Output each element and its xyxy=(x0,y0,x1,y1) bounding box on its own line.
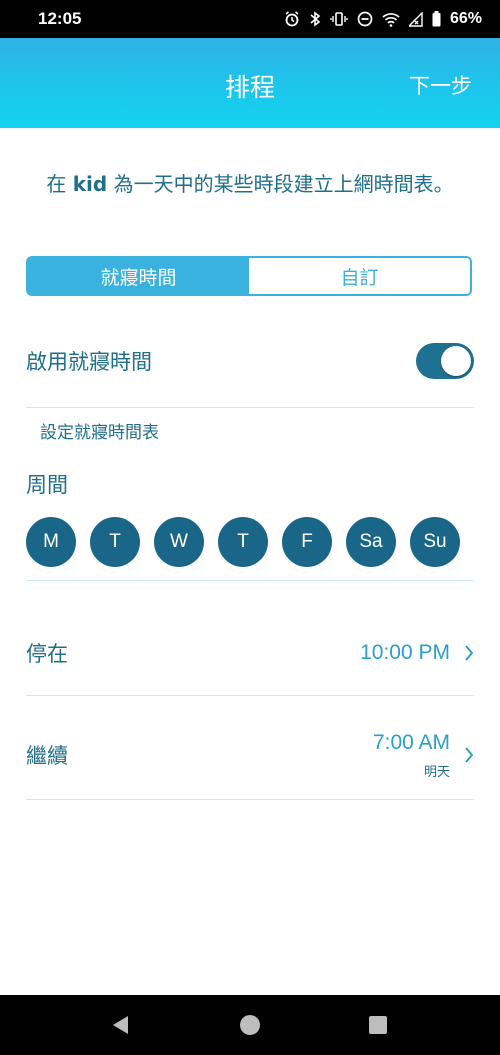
resume-label: 繼續 xyxy=(26,744,68,768)
divider xyxy=(26,695,474,696)
tab-custom[interactable]: 自訂 xyxy=(249,258,470,294)
back-icon[interactable] xyxy=(110,1014,130,1040)
vibrate-icon xyxy=(330,11,348,27)
battery-icon xyxy=(432,11,441,27)
intro-text: 在 kid 為一天中的某些時段建立上網時間表。 xyxy=(30,168,470,200)
divider xyxy=(26,799,474,800)
divider xyxy=(26,407,474,408)
navigation-bar xyxy=(0,995,500,1055)
intro-prefix: 在 xyxy=(46,172,73,196)
day-selector: M T W T F Sa Su xyxy=(26,517,460,567)
next-button[interactable]: 下一步 xyxy=(409,70,472,100)
status-time: 12:05 xyxy=(38,9,82,28)
signal-icon xyxy=(408,11,423,27)
pause-label: 停在 xyxy=(26,642,68,666)
toggle-knob xyxy=(441,346,471,376)
day-sunday[interactable]: Su xyxy=(410,517,460,567)
day-monday[interactable]: M xyxy=(26,517,76,567)
enable-bedtime-toggle[interactable] xyxy=(416,343,474,379)
status-bar: 12:05 66% xyxy=(0,0,500,38)
enable-bedtime-label: 啟用就寢時間 xyxy=(26,350,152,374)
home-icon[interactable] xyxy=(238,1013,262,1041)
schedule-type-tabs: 就寢時間 自訂 xyxy=(26,256,472,296)
tab-bedtime[interactable]: 就寢時間 xyxy=(28,258,249,294)
day-tuesday[interactable]: T xyxy=(90,517,140,567)
day-wednesday[interactable]: W xyxy=(154,517,204,567)
weekday-label: 周間 xyxy=(26,473,68,497)
resume-day-note: 明天 xyxy=(423,764,450,780)
resume-time-row[interactable]: 繼續 7:00 AM 明天 xyxy=(26,727,474,783)
divider xyxy=(26,580,474,581)
chevron-right-icon xyxy=(464,746,474,764)
bluetooth-icon xyxy=(309,11,321,27)
chevron-right-icon xyxy=(464,644,474,662)
day-saturday[interactable]: Sa xyxy=(346,517,396,567)
intro-suffix: 為一天中的某些時段建立上網時間表。 xyxy=(107,172,454,196)
pause-time-group: 10:00 PM xyxy=(360,641,474,665)
alarm-icon xyxy=(284,11,300,27)
day-thursday[interactable]: T xyxy=(218,517,268,567)
resume-time-stack: 7:00 AM 明天 xyxy=(373,731,450,780)
enable-bedtime-row: 啟用就寢時間 xyxy=(26,338,474,384)
pause-time-value: 10:00 PM xyxy=(360,641,450,664)
wifi-icon xyxy=(382,12,400,27)
set-schedule-label: 設定就寢時間表 xyxy=(40,423,159,443)
recents-icon[interactable] xyxy=(368,1015,388,1039)
app-bar: 排程 下一步 xyxy=(0,38,500,128)
status-icons: 66% xyxy=(284,10,482,28)
resume-time-value: 7:00 AM xyxy=(372,730,450,754)
child-name: kid xyxy=(72,172,108,196)
pause-time-row[interactable]: 停在 10:00 PM xyxy=(26,632,474,674)
day-friday[interactable]: F xyxy=(282,517,332,567)
battery-percentage: 66% xyxy=(449,10,482,27)
dnd-icon xyxy=(357,11,373,27)
resume-time-group: 7:00 AM 明天 xyxy=(373,731,474,780)
